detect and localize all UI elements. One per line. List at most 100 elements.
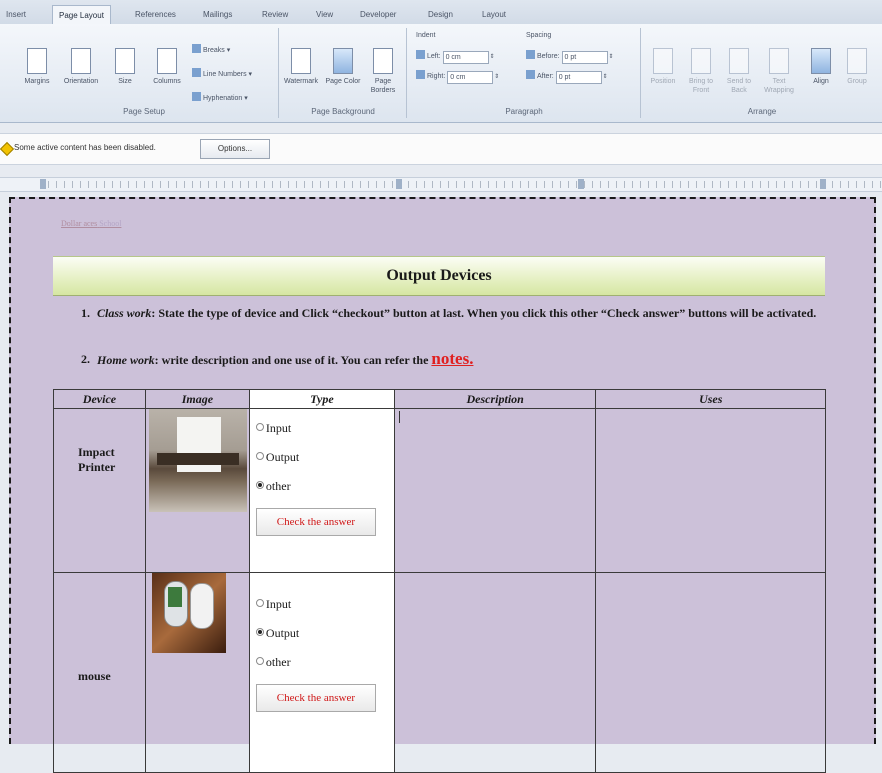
spacing-before-spinner[interactable]: ⇕ (608, 53, 615, 60)
tab-insert[interactable]: Insert (6, 10, 26, 19)
tab-page-layout[interactable]: Page Layout (52, 5, 111, 24)
horizontal-ruler[interactable] (0, 177, 882, 192)
radio-button[interactable] (255, 657, 264, 665)
hyphenation-label: Hyphenation (203, 95, 243, 102)
indent-left-input[interactable]: 0 cm (442, 51, 489, 64)
ruler-left-margin-marker[interactable] (40, 179, 46, 189)
radio-button-selected[interactable] (255, 481, 264, 489)
radio-button[interactable] (255, 423, 264, 431)
line-numbers-button[interactable]: Line Numbers ▾ (192, 68, 252, 78)
size-label: Size (118, 78, 132, 85)
instruction-number: 1. (81, 306, 90, 320)
radio-output[interactable]: Output (255, 624, 394, 653)
radio-input[interactable]: Input (255, 419, 394, 448)
radio-label: Input (265, 597, 292, 611)
tab-mailings[interactable]: Mailings (203, 10, 232, 19)
spacing-after-input[interactable]: 0 pt (555, 71, 602, 84)
position-button[interactable]: Position (644, 48, 682, 86)
group-label: Group (847, 78, 867, 85)
margins-button[interactable]: Margins (18, 48, 56, 86)
tab-review[interactable]: Review (262, 10, 288, 19)
page-background-label: Page Background (311, 107, 375, 116)
header-link[interactable]: Dollar aces (61, 219, 97, 228)
instruction-number: 2. (81, 352, 90, 366)
instruction-1: 1. Class work: State the type of device … (81, 305, 821, 321)
orientation-label: Orientation (63, 78, 99, 85)
description-cell[interactable] (393, 408, 597, 573)
send-to-back-icon (729, 48, 749, 74)
device-name: mouse (78, 669, 111, 683)
columns-icon (157, 48, 177, 74)
radio-other[interactable]: other (255, 477, 394, 506)
radio-button[interactable] (255, 452, 264, 460)
ruler-ticks (40, 181, 882, 188)
radio-label: other (265, 479, 291, 493)
document-page[interactable]: Dollar aces School Output Devices 1. Cla… (9, 197, 876, 773)
header-type: Type (248, 389, 395, 409)
hyphenation-button[interactable]: Hyphenation ▾ (192, 92, 248, 102)
uses-cell[interactable] (595, 408, 826, 573)
radio-button-selected[interactable] (255, 628, 264, 636)
check-answer-button[interactable]: Check the answer (255, 508, 376, 536)
instruction-2: 2. Home work: write description and one … (81, 349, 821, 368)
ruler-column-marker[interactable] (396, 179, 402, 189)
table-row: mouse Input Output other Check the answe… (53, 572, 826, 773)
ribbon-tabs: Insert Page Layout References Mailings R… (0, 0, 882, 25)
spacing-before-input[interactable]: 0 pt (561, 51, 608, 64)
devices-table: Device Image Type Description Uses Impac… (53, 389, 826, 773)
indent-right-spinner[interactable]: ⇕ (493, 73, 500, 80)
radio-input[interactable]: Input (255, 595, 394, 624)
options-button[interactable]: Options... (200, 139, 270, 159)
spacing-after-spinner[interactable]: ⇕ (602, 73, 609, 80)
radio-output[interactable]: Output (255, 448, 394, 477)
header-text: School (99, 219, 122, 228)
table-header-row: Device Image Type Description Uses (53, 389, 826, 409)
tab-layout[interactable]: Layout (482, 10, 506, 19)
radio-label: other (265, 655, 291, 669)
tab-developer[interactable]: Developer (360, 10, 396, 19)
description-cell[interactable] (393, 572, 597, 773)
printer-image (148, 409, 247, 512)
indent-right-input[interactable]: 0 cm (447, 71, 494, 84)
size-button[interactable]: Size (106, 48, 144, 86)
radio-button[interactable] (255, 599, 264, 607)
page-borders-button[interactable]: Page Borders (364, 48, 402, 95)
radio-other[interactable]: other (255, 653, 394, 682)
watermark-icon (291, 48, 311, 74)
instruction-label: Home work (97, 353, 155, 367)
text-wrapping-button[interactable]: Text Wrapping (760, 48, 798, 95)
breaks-button[interactable]: Breaks ▾ (192, 44, 230, 54)
margins-label: Margins (24, 78, 50, 85)
device-cell: mouse (53, 572, 146, 773)
radio-label: Output (265, 626, 300, 640)
page-color-button[interactable]: Page Color (324, 48, 362, 86)
bring-to-front-button[interactable]: Bring to Front (682, 48, 720, 95)
bring-to-front-icon (691, 48, 711, 74)
notes-link[interactable]: notes. (431, 349, 473, 368)
align-icon (811, 48, 831, 74)
indent-right-icon (416, 70, 425, 79)
watermark-button[interactable]: Watermark (282, 48, 320, 86)
columns-button[interactable]: Columns (148, 48, 186, 86)
tab-references[interactable]: References (135, 10, 176, 19)
tab-design[interactable]: Design (428, 10, 453, 19)
instruction-text: : State the type of device and Click “ch… (151, 306, 817, 320)
spacing-after-icon (526, 70, 535, 79)
size-icon (115, 48, 135, 74)
uses-cell[interactable] (595, 572, 826, 773)
align-button[interactable]: Align (802, 48, 840, 86)
group-button[interactable]: Group (838, 48, 876, 86)
ruler-column-marker[interactable] (578, 179, 584, 189)
orientation-button[interactable]: Orientation (62, 48, 100, 86)
indent-left-spinner[interactable]: ⇕ (489, 53, 496, 60)
security-warning-bar: Some active content has been disabled. O… (0, 133, 882, 165)
radio-label: Input (265, 421, 292, 435)
type-cell: Input Output other Check the answer (248, 572, 395, 773)
hyphenation-icon (192, 92, 201, 101)
send-to-back-button[interactable]: Send to Back (720, 48, 758, 95)
check-answer-button[interactable]: Check the answer (255, 684, 376, 712)
ruler-right-margin-marker[interactable] (820, 179, 826, 189)
tab-view[interactable]: View (316, 10, 333, 19)
header-description: Description (393, 389, 597, 409)
table-row: Impact Printer Input Output other Check … (53, 408, 826, 573)
